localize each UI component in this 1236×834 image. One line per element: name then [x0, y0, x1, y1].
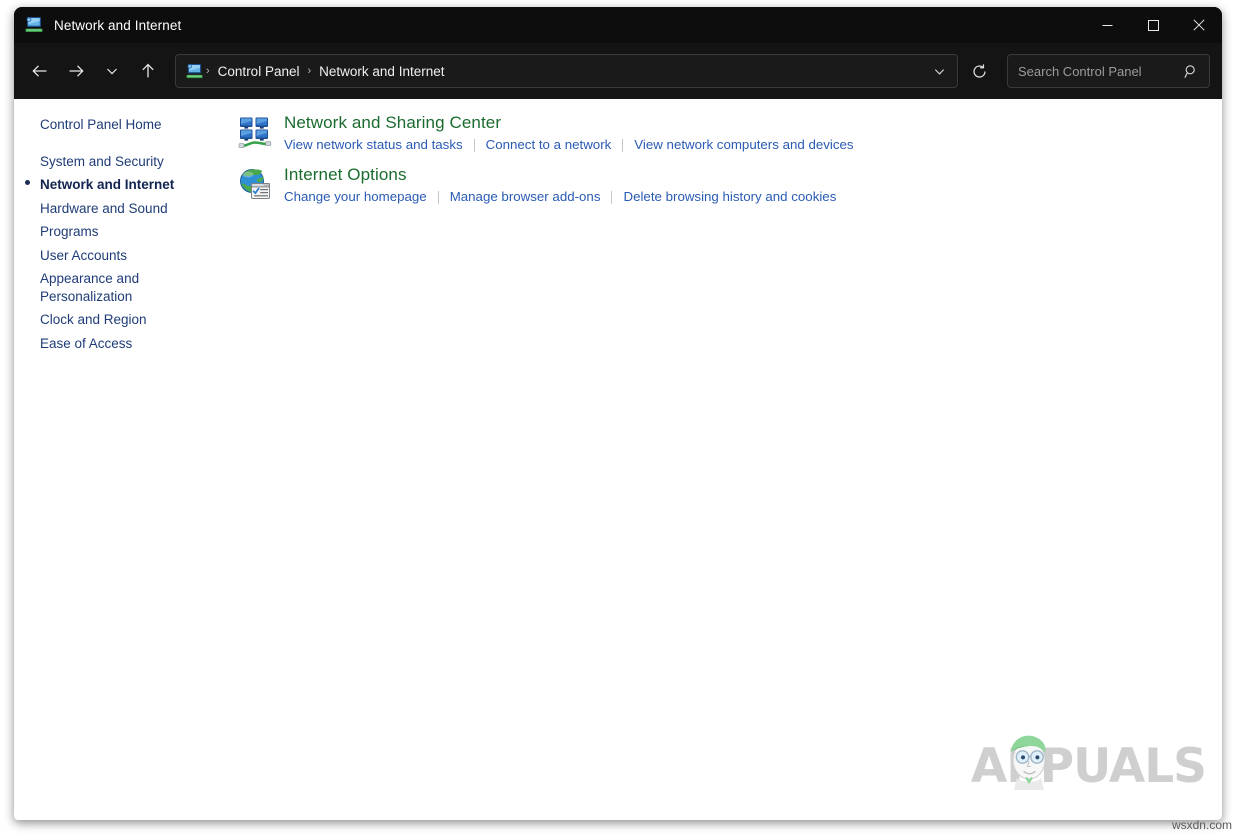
forward-button[interactable] [58, 54, 94, 88]
minimize-button[interactable] [1084, 7, 1130, 43]
site-credit: wsxdn.com [1172, 818, 1232, 832]
sidebar: Control Panel Home System and Security N… [14, 99, 226, 820]
category-network-and-sharing-center: Network and Sharing Center View network … [238, 112, 1222, 154]
link-connect-to-a-network[interactable]: Connect to a network [486, 136, 612, 154]
sidebar-item-label: Appearance and Personalization [40, 270, 200, 305]
link-view-network-computers-and-devices[interactable]: View network computers and devices [634, 136, 853, 154]
watermark-brand: APPUALS [971, 739, 1206, 794]
search-box[interactable] [1007, 54, 1210, 88]
sidebar-item-label: System and Security [40, 153, 164, 171]
control-panel-window: Network and Internet [14, 7, 1222, 820]
sidebar-item-clock-and-region[interactable]: Clock and Region [14, 308, 226, 332]
category-links: View network status and tasks Connect to… [284, 136, 854, 154]
sidebar-item-label: Clock and Region [40, 311, 147, 329]
breadcrumb-separator: › [204, 65, 212, 77]
category-body: Network and Sharing Center View network … [284, 112, 854, 154]
link-separator [474, 139, 475, 152]
screen: Network and Internet [0, 0, 1236, 834]
category-internet-options: Internet Options Change your homepage Ma… [238, 164, 1222, 206]
link-manage-browser-add-ons[interactable]: Manage browser add-ons [450, 188, 601, 206]
category-body: Internet Options Change your homepage Ma… [284, 164, 836, 206]
control-panel-icon [185, 63, 204, 80]
internet-options-icon [238, 167, 272, 201]
refresh-button[interactable] [962, 54, 996, 88]
link-view-network-status-and-tasks[interactable]: View network status and tasks [284, 136, 463, 154]
category-links: Change your homepage Manage browser add-… [284, 188, 836, 206]
previous-locations-chevron-down-icon[interactable] [925, 57, 953, 85]
sidebar-item-user-accounts[interactable]: User Accounts [14, 244, 226, 268]
maximize-button[interactable] [1130, 7, 1176, 43]
search-input[interactable] [1018, 64, 1181, 79]
close-button[interactable] [1176, 7, 1222, 43]
sidebar-item-hardware-and-sound[interactable]: Hardware and Sound [14, 197, 226, 221]
search-icon[interactable] [1181, 61, 1201, 81]
category-title-internet-options[interactable]: Internet Options [284, 164, 407, 186]
navigation-bar: › Control Panel › Network and Internet [14, 43, 1222, 99]
sidebar-item-control-panel-home[interactable]: Control Panel Home [14, 113, 226, 137]
sidebar-item-label: Ease of Access [40, 335, 132, 353]
sidebar-item-label: User Accounts [40, 247, 127, 265]
link-delete-browsing-history-and-cookies[interactable]: Delete browsing history and cookies [623, 188, 836, 206]
window-title: Network and Internet [54, 18, 181, 33]
client-area: Control Panel Home System and Security N… [14, 99, 1222, 820]
address-bar[interactable]: › Control Panel › Network and Internet [175, 54, 958, 88]
window-controls [1084, 7, 1222, 43]
network-sharing-center-icon [238, 115, 272, 149]
main-content: Network and Sharing Center View network … [226, 99, 1222, 820]
sidebar-item-label: Control Panel Home [40, 116, 162, 134]
sidebar-item-label: Programs [40, 223, 99, 241]
sidebar-item-programs[interactable]: Programs [14, 220, 226, 244]
appuals-watermark: APPUALS [971, 739, 1206, 794]
category-title-network-and-sharing-center[interactable]: Network and Sharing Center [284, 112, 501, 134]
title-bar: Network and Internet [14, 7, 1222, 43]
breadcrumb-separator: › [305, 65, 313, 77]
link-separator [438, 191, 439, 204]
network-monitor-icon [24, 16, 44, 34]
sidebar-item-system-and-security[interactable]: System and Security [14, 150, 226, 174]
sidebar-item-appearance-and-personalization[interactable]: Appearance and Personalization [14, 267, 226, 308]
breadcrumb-item-control-panel[interactable]: Control Panel [212, 61, 306, 82]
appuals-mascot-icon [1000, 728, 1058, 790]
active-bullet-icon [25, 180, 30, 185]
breadcrumb-item-network-and-internet[interactable]: Network and Internet [313, 61, 450, 82]
sidebar-item-network-and-internet[interactable]: Network and Internet [14, 173, 226, 197]
back-button[interactable] [22, 54, 58, 88]
sidebar-item-label: Network and Internet [40, 176, 174, 194]
sidebar-item-ease-of-access[interactable]: Ease of Access [14, 332, 226, 356]
sidebar-item-label: Hardware and Sound [40, 200, 168, 218]
up-button[interactable] [130, 54, 166, 88]
recent-locations-chevron-down-icon[interactable] [94, 54, 130, 88]
link-separator [611, 191, 612, 204]
link-separator [622, 139, 623, 152]
link-change-your-homepage[interactable]: Change your homepage [284, 188, 427, 206]
